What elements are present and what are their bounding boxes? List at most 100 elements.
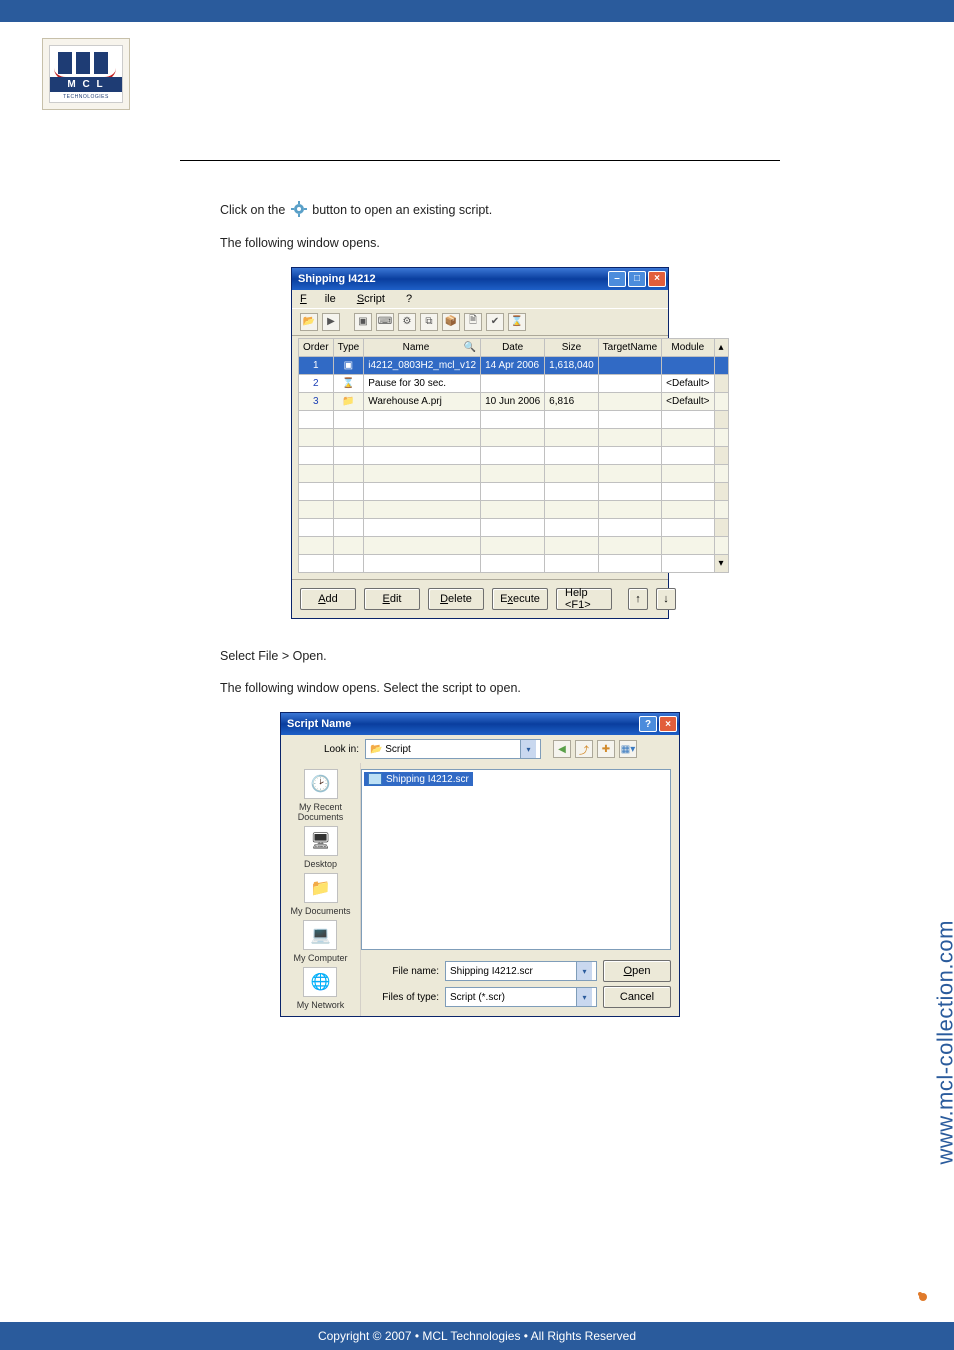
firmware-icon: ▣ <box>333 356 364 374</box>
open-dialog: Script Name ? × Look in: 📂 Script ▾ ◀ ⤴ … <box>280 712 680 1017</box>
place-mycomputer[interactable]: 💻My Computer <box>293 920 347 963</box>
section-rule <box>180 160 780 161</box>
toolbar-run-icon[interactable]: ▶ <box>322 313 340 331</box>
toolbar: 📂 ▶ ▣ ⌨ ⚙ ⧉ 📦 🗎 ✔ ⌛ <box>292 308 668 336</box>
toolbar-open-icon[interactable]: 📂 <box>300 313 318 331</box>
col-size[interactable]: Size <box>545 338 599 356</box>
filetype-combo[interactable]: Script (*.scr) ▾ <box>445 987 597 1007</box>
paragraph-file-open: Select File > Open. <box>220 647 780 666</box>
table-row <box>299 536 729 554</box>
toolbar-check-icon[interactable]: ✔ <box>486 313 504 331</box>
maximize-button[interactable]: □ <box>628 271 646 287</box>
delete-button[interactable]: Delete <box>428 588 484 610</box>
menu-script[interactable]: Script <box>357 293 385 305</box>
p1-post: button to open an existing script. <box>312 203 492 217</box>
search-icon: 🔍 <box>464 342 476 353</box>
lookin-value: Script <box>385 744 411 755</box>
dialog-titlebar[interactable]: Script Name ? × <box>281 713 679 735</box>
toolbar-firmware-icon[interactable]: ▣ <box>354 313 372 331</box>
help-button[interactable]: Help <F1> <box>556 588 612 610</box>
dialog-close-button[interactable]: × <box>659 716 677 732</box>
place-network[interactable]: 🌐My Network <box>297 967 345 1010</box>
filetype-label: Files of type: <box>369 992 439 1003</box>
edit-button[interactable]: Edit <box>364 588 420 610</box>
filetype-value: Script (*.scr) <box>450 992 505 1003</box>
window-title: Shipping I4212 <box>298 273 376 285</box>
col-type[interactable]: Type <box>333 338 364 356</box>
views-icon[interactable]: ▦▾ <box>619 740 637 758</box>
paragraph-window-intro: The following window opens. <box>220 234 780 253</box>
up-one-level-icon[interactable]: ⤴ <box>575 740 593 758</box>
menu-file[interactable]: File <box>300 293 336 305</box>
back-icon[interactable]: ◀ <box>553 740 571 758</box>
lookin-label: Look in: <box>289 744 359 755</box>
header-stripe <box>0 0 954 22</box>
execute-button[interactable]: Execute <box>492 588 548 610</box>
bullet-icon <box>916 1290 930 1304</box>
cancel-button[interactable]: Cancel <box>603 986 671 1008</box>
file-item[interactable]: Shipping I4212.scr <box>364 772 473 786</box>
p1-pre: Click on the <box>220 203 289 217</box>
col-name[interactable]: Name 🔍 <box>364 338 481 356</box>
open-button[interactable]: Open <box>603 960 671 982</box>
menu-bar: File Script ? <box>292 290 668 308</box>
col-date[interactable]: Date <box>481 338 545 356</box>
filename-label: File name: <box>369 966 439 977</box>
table-row <box>299 518 729 536</box>
move-down-button[interactable]: ↓ <box>656 588 676 610</box>
table-row[interactable]: 2 ⌛ Pause for 30 sec. <Default> <box>299 374 729 392</box>
toolbar-package-icon[interactable]: 📦 <box>442 313 460 331</box>
file-list[interactable]: Shipping I4212.scr <box>361 769 671 950</box>
file-item-label: Shipping I4212.scr <box>386 774 469 785</box>
context-help-button[interactable]: ? <box>639 716 657 732</box>
place-mydocs[interactable]: 📁My Documents <box>290 873 350 916</box>
paragraph-select-script: The following window opens. Select the s… <box>220 679 780 698</box>
side-url: www.mcl-collection.com <box>932 920 954 1165</box>
new-folder-icon[interactable]: ✚ <box>597 740 615 758</box>
table-row <box>299 410 729 428</box>
close-button[interactable]: × <box>648 271 666 287</box>
script-table: Order Type Name 🔍 Date Size TargetName M… <box>298 338 729 573</box>
chevron-down-icon[interactable]: ▾ <box>576 988 592 1006</box>
chevron-down-icon[interactable]: ▾ <box>520 740 536 758</box>
table-row[interactable]: 3 📁 Warehouse A.prj 10 Jun 2006 6,816 <D… <box>299 392 729 410</box>
table-row: ▾ <box>299 554 729 572</box>
menu-help[interactable]: ? <box>406 293 412 305</box>
filename-value: Shipping I4212.scr <box>450 966 533 977</box>
filename-combo[interactable]: Shipping I4212.scr ▾ <box>445 961 597 981</box>
paragraph-open-script: Click on the button to open an existing … <box>220 201 780 220</box>
toolbar-doc-icon[interactable]: 🗎 <box>464 313 482 331</box>
footer: Copyright © 2007 • MCL Technologies • Al… <box>0 1322 954 1350</box>
col-module[interactable]: Module <box>662 338 714 356</box>
table-row <box>299 428 729 446</box>
table-row <box>299 464 729 482</box>
script-window: Shipping I4212 – □ × File Script ? 📂 ▶ ▣… <box>291 267 669 619</box>
scroll-up-icon[interactable]: ▴ <box>714 338 728 356</box>
minimize-button[interactable]: – <box>608 271 626 287</box>
toolbar-wait-icon[interactable]: ⌛ <box>508 313 526 331</box>
toolbar-copy-icon[interactable]: ⧉ <box>420 313 438 331</box>
add-button[interactable]: Add <box>300 588 356 610</box>
col-target[interactable]: TargetName <box>598 338 661 356</box>
window-titlebar[interactable]: Shipping I4212 – □ × <box>292 268 668 290</box>
col-order[interactable]: Order <box>299 338 334 356</box>
logo-subtext: TECHNOLOGIES <box>50 94 122 100</box>
script-file-icon <box>368 773 382 785</box>
place-desktop[interactable]: 🖥Desktop <box>304 826 338 869</box>
toolbar-gear-icon[interactable]: ⚙ <box>398 313 416 331</box>
logo-letters: M C L <box>50 77 122 92</box>
chevron-down-icon[interactable]: ▾ <box>576 962 592 980</box>
move-up-button[interactable]: ↑ <box>628 588 648 610</box>
lookin-combo[interactable]: 📂 Script ▾ <box>365 739 541 759</box>
hourglass-icon: ⌛ <box>333 374 364 392</box>
place-recent[interactable]: 🕑My Recent Documents <box>281 769 360 822</box>
gear-icon <box>291 201 307 217</box>
scroll-down-icon[interactable]: ▾ <box>714 554 728 572</box>
table-row[interactable]: 1 ▣ i4212_0803H2_mcl_v12 14 Apr 2006 1,6… <box>299 356 729 374</box>
toolbar-sendkey-icon[interactable]: ⌨ <box>376 313 394 331</box>
table-row <box>299 446 729 464</box>
project-icon: 📁 <box>333 392 364 410</box>
folder-icon: 📂 <box>370 744 382 755</box>
dialog-title: Script Name <box>287 718 351 730</box>
table-row <box>299 500 729 518</box>
